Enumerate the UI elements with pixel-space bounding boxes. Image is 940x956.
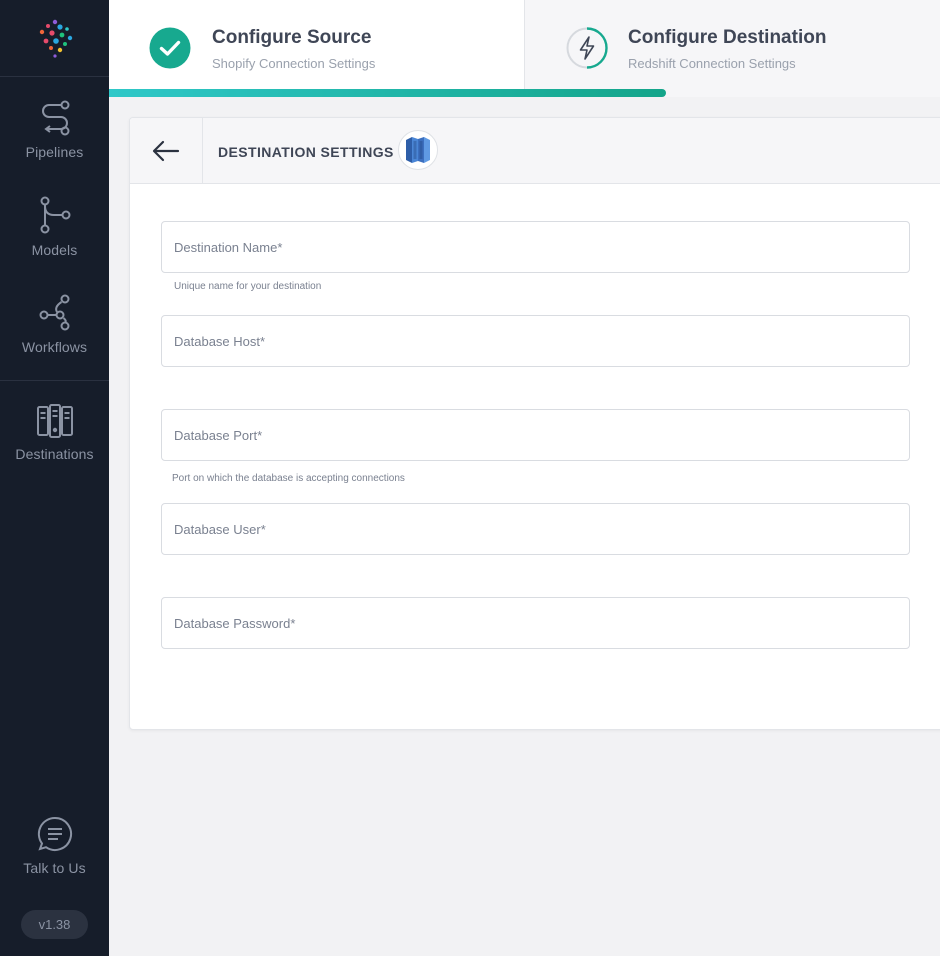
talk-to-us-button[interactable]: Talk to Us (0, 816, 109, 876)
sidebar: Pipelines Models Workflows Destinations … (0, 0, 109, 956)
destination-name-hint: Unique name for your destination (174, 281, 322, 292)
step-title: Configure Destination (628, 27, 827, 48)
stepper: Configure Source Shopify Connection Sett… (109, 0, 940, 97)
sidebar-item-destinations[interactable]: Destinations (0, 404, 109, 462)
sidebar-item-models[interactable]: Models (0, 196, 109, 258)
app-logo[interactable] (0, 0, 109, 77)
pipelines-icon (41, 100, 69, 136)
sidebar-item-label: Models (31, 242, 78, 258)
step-title: Configure Source (212, 27, 372, 48)
check-circle-icon (149, 27, 191, 69)
database-user-field[interactable] (161, 503, 910, 555)
lightning-progress-icon (566, 27, 608, 69)
destination-name-input[interactable] (162, 222, 909, 272)
database-port-field[interactable] (161, 409, 910, 461)
workflows-icon (39, 294, 69, 331)
database-port-hint: Port on which the database is accepting … (172, 473, 405, 484)
sidebar-item-label: Destinations (15, 446, 94, 462)
redshift-logo (398, 130, 438, 170)
version-badge: v1.38 (21, 910, 88, 939)
step-configure-destination[interactable]: Configure Destination Redshift Connectio… (524, 0, 940, 97)
database-password-input[interactable] (162, 598, 909, 648)
step-subtitle: Shopify Connection Settings (212, 56, 376, 71)
database-user-input[interactable] (162, 504, 909, 554)
hevo-logo-icon (39, 19, 72, 58)
step-subtitle: Redshift Connection Settings (628, 56, 796, 71)
sidebar-item-pipelines[interactable]: Pipelines (0, 100, 109, 160)
destinations-icon (36, 404, 73, 438)
card-header: DESTINATION SETTINGS (130, 118, 940, 184)
destination-settings-card: DESTINATION SETTINGS Unique name for you… (129, 117, 940, 730)
sidebar-divider (0, 380, 109, 381)
arrow-left-icon (152, 140, 180, 162)
chat-icon (37, 816, 72, 851)
card-title: DESTINATION SETTINGS (218, 144, 394, 160)
sidebar-item-label: Pipelines (25, 144, 84, 160)
sidebar-item-label: Workflows (21, 339, 88, 355)
destination-name-field[interactable] (161, 221, 910, 273)
back-button[interactable] (130, 118, 203, 184)
talk-to-us-label: Talk to Us (23, 860, 86, 876)
database-password-field[interactable] (161, 597, 910, 649)
redshift-logo-icon (406, 137, 430, 163)
step-configure-source[interactable]: Configure Source Shopify Connection Sett… (109, 0, 524, 89)
models-icon (40, 196, 70, 234)
database-host-input[interactable] (162, 316, 909, 366)
database-port-input[interactable] (162, 410, 909, 460)
stepper-progress-bar (109, 89, 666, 97)
database-host-field[interactable] (161, 315, 910, 367)
sidebar-item-workflows[interactable]: Workflows (0, 293, 109, 355)
